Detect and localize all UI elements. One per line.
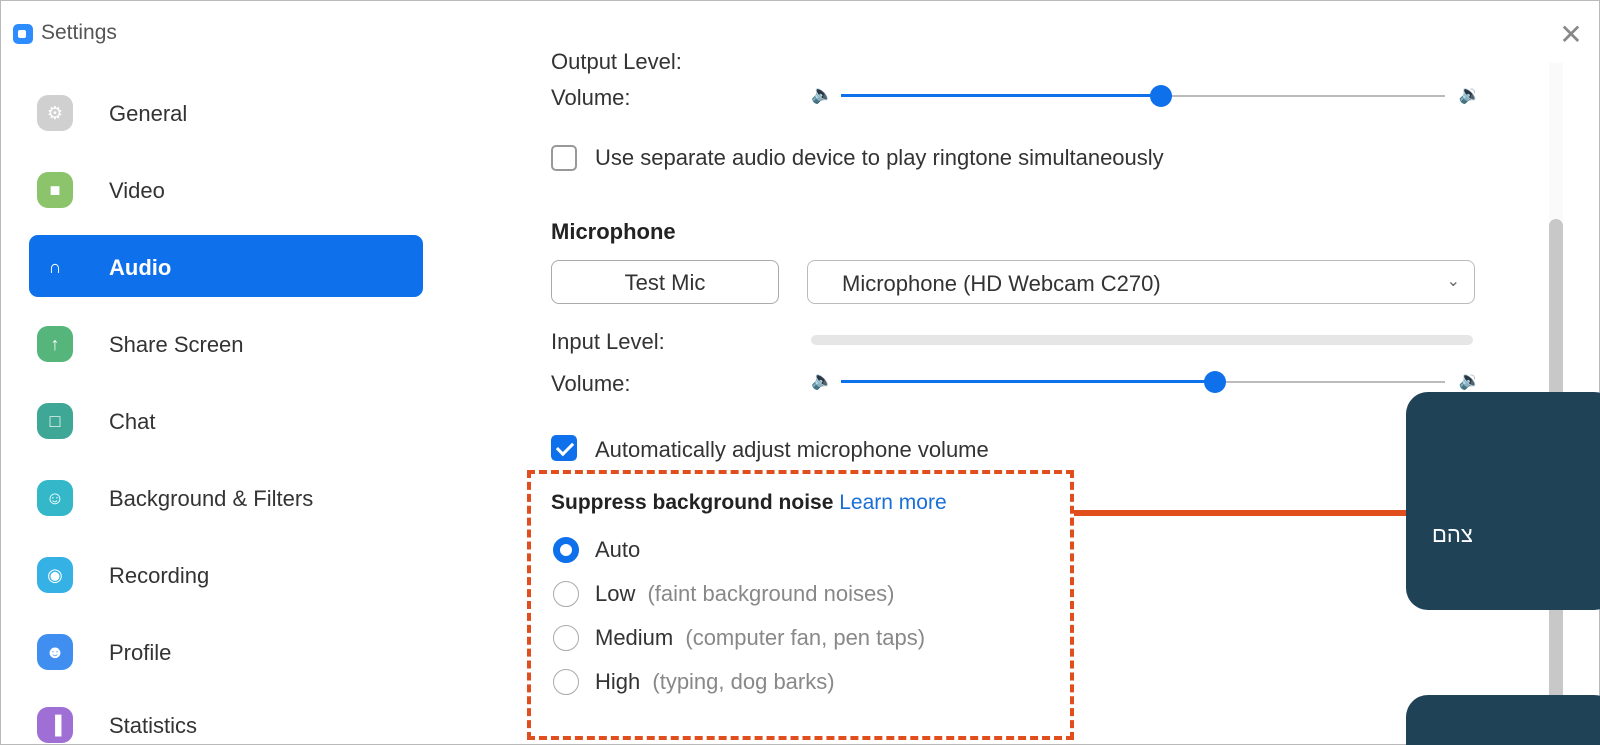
slider-thumb[interactable] (1150, 85, 1173, 107)
callout-connector-line (1074, 510, 1410, 516)
sidebar-item-label: Chat (109, 409, 156, 434)
window-title: Settings (41, 21, 117, 44)
auto-adjust-volume-checkbox[interactable] (551, 435, 577, 461)
chevron-down-icon: ⌄ (1446, 273, 1460, 290)
sidebar-item-label: General (109, 101, 188, 126)
separate-ringtone-label: Use separate audio device to play ringto… (595, 145, 1164, 170)
record-icon: ◉ (37, 557, 73, 593)
volume-low-icon: 🔈 (811, 84, 834, 104)
sidebar-item-audio[interactable]: ∩ Audio (29, 235, 423, 297)
input-level-meter (811, 335, 1473, 345)
sidebar-item-general[interactable]: ⚙ General (29, 81, 423, 143)
person-frame-icon: ☺ (37, 480, 73, 516)
share-screen-icon: ↑ (37, 326, 73, 362)
title-bar: Settings ✕ (1, 1, 1599, 63)
slider-fill (841, 94, 1162, 97)
microphone-device-select[interactable]: Microphone (HD Webcam C270) ⌄ (807, 260, 1475, 304)
chat-bubble-icon: □ (37, 403, 73, 439)
sidebar-item-background-filters[interactable]: ☺ Background & Filters (29, 466, 423, 528)
speaker-volume-slider[interactable]: 🔈 🔉 (811, 81, 1481, 111)
sidebar-item-label: Recording (109, 563, 210, 588)
app-logo-icon (13, 24, 33, 44)
sidebar-item-video[interactable]: ■ Video (29, 158, 423, 220)
annotation-callout: צהם (1406, 392, 1600, 610)
sidebar-item-chat[interactable]: □ Chat (29, 389, 423, 451)
mic-volume-label: Volume: (551, 371, 631, 396)
gear-icon: ⚙ (37, 95, 73, 131)
separate-ringtone-checkbox[interactable] (551, 145, 577, 171)
auto-adjust-volume-label: Automatically adjust microphone volume (595, 437, 989, 462)
callout-text: צהם (1432, 522, 1473, 547)
mic-volume-slider[interactable]: 🔈 🔉 (811, 367, 1481, 397)
sidebar-item-statistics[interactable]: ▐ Statistics (29, 693, 423, 744)
input-level-label: Input Level: (551, 329, 665, 354)
volume-high-icon: 🔉 (1458, 84, 1481, 104)
sidebar-item-label: Share Screen (109, 332, 244, 357)
close-icon[interactable]: ✕ (1553, 17, 1589, 53)
microphone-heading: Microphone (551, 219, 676, 244)
sidebar-item-label: Profile (109, 640, 172, 665)
sidebar-item-recording[interactable]: ◉ Recording (29, 543, 423, 605)
noise-suppression-highlight-box (527, 470, 1074, 740)
sidebar-item-label: Audio (109, 255, 172, 280)
settings-sidebar: ⚙ General ■ Video ∩ Audio ↑ Share Screen… (1, 63, 471, 744)
volume-high-icon: 🔉 (1458, 370, 1481, 390)
sidebar-item-profile[interactable]: ☻ Profile (29, 620, 423, 682)
sidebar-item-label: Background & Filters (109, 486, 314, 511)
speaker-volume-label: Volume: (551, 85, 631, 110)
sidebar-item-share-screen[interactable]: ↑ Share Screen (29, 312, 423, 374)
slider-fill (841, 380, 1216, 383)
output-level-label: Output Level: (551, 49, 682, 74)
headphones-icon: ∩ (37, 249, 73, 285)
video-camera-icon: ■ (37, 172, 73, 208)
microphone-device-value: Microphone (HD Webcam C270) (842, 271, 1161, 296)
profile-icon: ☻ (37, 634, 73, 670)
statistics-icon: ▐ (37, 707, 73, 743)
annotation-callout-secondary (1406, 695, 1600, 745)
sidebar-item-label: Video (109, 178, 165, 203)
sidebar-item-label: Statistics (109, 713, 198, 738)
volume-low-icon: 🔈 (811, 370, 834, 390)
test-mic-button[interactable]: Test Mic (551, 260, 779, 304)
slider-thumb[interactable] (1204, 371, 1227, 393)
